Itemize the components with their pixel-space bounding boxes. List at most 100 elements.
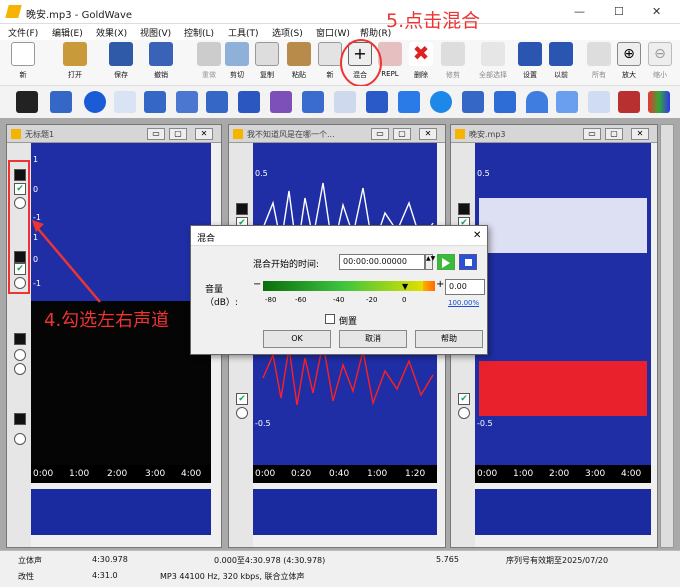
new-button[interactable]: 新 [8,42,38,84]
minimize-button[interactable]: — [574,5,585,18]
previous-button[interactable]: 以前 [546,42,576,84]
window-minimize-button[interactable]: ▭ [147,128,165,140]
previous-icon [549,42,573,66]
menu-effects[interactable]: 效果(X) [96,26,127,39]
close-button[interactable]: ✕ [652,5,661,18]
volume-plus-button[interactable]: + [436,279,444,290]
zoom-in-button[interactable]: ⊕ 放大 [614,42,644,84]
time-ruler: 0:00 1:00 2:00 3:00 4:00 [31,465,211,483]
stop-preview-button[interactable] [459,254,477,270]
invert-label: 倒置 [339,317,358,327]
menu-tools[interactable]: 工具(T) [228,26,259,39]
channel-highlight-box [8,160,30,294]
color-bars-icon[interactable] [648,91,670,113]
copy-button[interactable]: 复制 [252,42,282,84]
window-close-button[interactable]: ✕ [631,128,649,140]
dialog-close-button[interactable]: ✕ [473,230,481,241]
sphere-icon[interactable] [84,91,106,113]
ok-button[interactable]: OK [263,330,331,348]
step4-annotation: 4.勾选左右声道 [44,310,170,331]
window-minimize-button[interactable]: ▭ [583,128,601,140]
right-channel-radio[interactable] [458,407,470,419]
volume-boost-range [423,281,435,291]
undo-icon [149,42,173,66]
pitch-icon[interactable] [144,91,166,113]
status-position: 5.765 [436,555,459,564]
trim-button[interactable]: 修剪 [438,42,468,84]
overview-bar[interactable] [253,489,437,535]
right-channel-radio[interactable] [236,407,248,419]
stop-effect-icon[interactable] [16,91,38,113]
gear-effect-icon[interactable] [238,91,260,113]
waveform[interactable]: 0.5 0 -0.5 [475,143,651,465]
left-arrow-icon[interactable] [398,91,420,113]
play-preview-button[interactable] [437,254,455,270]
set-button[interactable]: 设置 [515,42,545,84]
channel-radio[interactable] [14,433,26,445]
cancel-button[interactable]: 取消 [339,330,407,348]
channel-radio[interactable] [14,349,26,361]
expand-icon[interactable] [302,91,324,113]
status-length: 4:30.978 [92,555,128,564]
dome-icon[interactable] [526,91,548,113]
right-channel-checkbox[interactable]: ✔ [458,393,470,405]
cut-button[interactable]: 剪切 [222,42,252,84]
menu-file[interactable]: 文件(F) [8,26,38,39]
pie-icon[interactable] [270,91,292,113]
equalizer-icon[interactable] [462,91,484,113]
menu-control[interactable]: 控制(L) [184,26,214,39]
channel-color-box [236,203,248,215]
graph-icon[interactable] [334,91,356,113]
menu-options[interactable]: 选项(S) [272,26,303,39]
volume-slider[interactable] [263,281,423,291]
paste-button[interactable]: 粘贴 [284,42,314,84]
loop-icon[interactable] [206,91,228,113]
stereo-icon[interactable] [494,91,516,113]
wave-icon[interactable] [176,91,198,113]
invert-checkbox[interactable] [325,314,335,324]
window-icon [11,129,21,139]
time-ruler: 0:00 0:20 0:40 1:00 1:20 [253,465,437,483]
menu-edit[interactable]: 编辑(E) [52,26,83,39]
window-close-button[interactable]: ✕ [419,128,437,140]
maximize-button[interactable]: ☐ [614,5,624,18]
window-close-button[interactable]: ✕ [195,128,213,140]
overview-bar[interactable] [31,489,211,535]
time-spinner[interactable]: ▲▼ [425,254,435,270]
volume-minus-button[interactable]: − [253,279,261,290]
channel-swap-icon[interactable] [618,91,640,113]
vertical-scrollbar[interactable] [660,124,674,548]
zoom-all-button[interactable]: 所有 [584,42,614,84]
overview-bar[interactable] [475,489,651,535]
copy-icon [255,42,279,66]
status-format: MP3 44100 Hz, 320 kbps, 联合立体声 [160,572,305,581]
spectrum-icon[interactable] [556,91,578,113]
percent-link[interactable]: 100.00% [448,299,479,307]
volume-up-down-icon[interactable] [430,91,452,113]
window-maximize-button[interactable]: ▢ [393,128,411,140]
clipboard-icon [287,42,311,66]
help-button[interactable]: 帮助 [415,330,483,348]
window-minimize-button[interactable]: ▭ [371,128,389,140]
redo-button[interactable]: 重做 [194,42,224,84]
crossfade-icon[interactable] [114,91,136,113]
stretch-icon[interactable] [50,91,72,113]
save-button[interactable]: 保存 [106,42,136,84]
open-button[interactable]: 打开 [60,42,90,84]
delete-button[interactable]: ✖ 删除 [406,42,436,84]
window-maximize-button[interactable]: ▢ [169,128,187,140]
menu-view[interactable]: 视图(V) [140,26,171,39]
select-all-button[interactable]: 全部选择 [478,42,508,84]
split-icon[interactable] [588,91,610,113]
undo-button[interactable]: 撤销 [146,42,176,84]
window-maximize-button[interactable]: ▢ [605,128,623,140]
right-channel-checkbox[interactable]: ✔ [236,393,248,405]
mix-start-time-field[interactable]: 00:00:00.00000 [339,254,425,270]
volume-value-field[interactable]: 0.00 [445,279,485,295]
volume-slider-thumb[interactable]: ▼ [402,282,408,291]
floppy-icon [109,42,133,66]
stop-icon [464,259,472,266]
forward-icon[interactable] [366,91,388,113]
zoom-out-button[interactable]: ⊖ 缩小 [645,42,675,84]
channel-radio[interactable] [14,363,26,375]
